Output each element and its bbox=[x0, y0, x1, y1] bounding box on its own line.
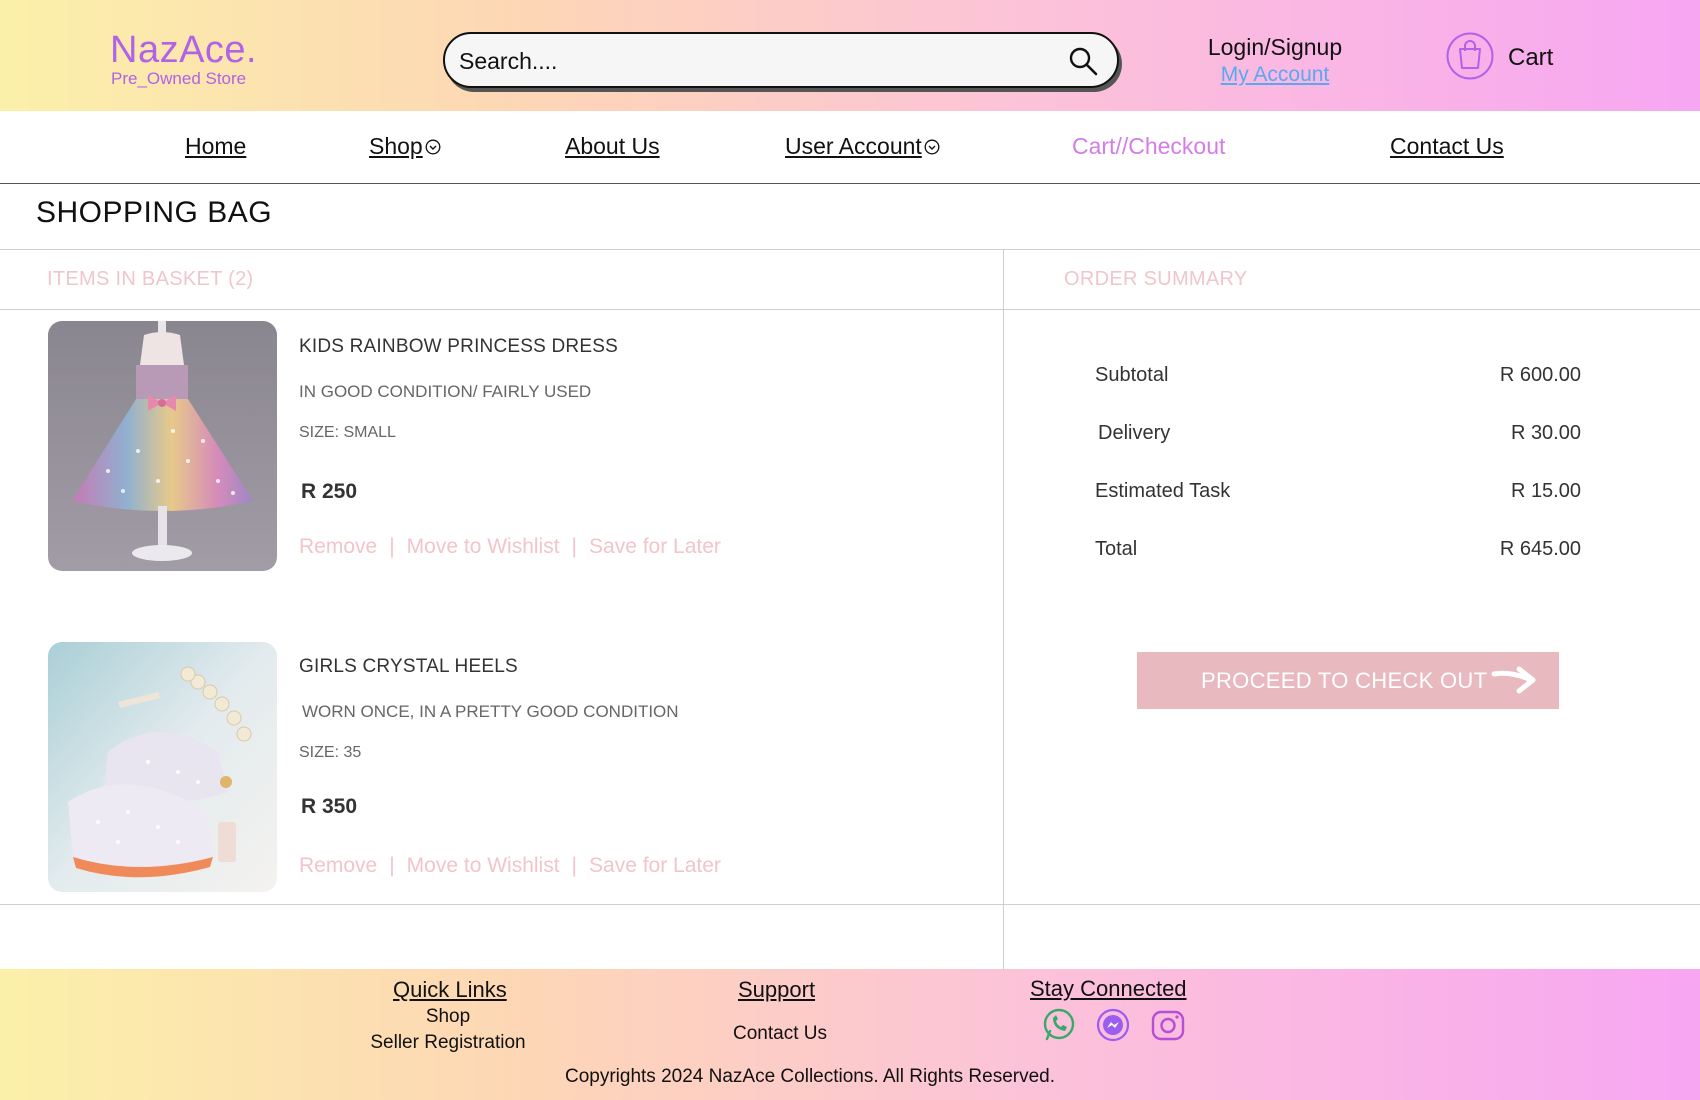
divider bbox=[0, 249, 1700, 250]
item-actions: Remove | Move to Wishlist | Save for Later bbox=[299, 535, 721, 559]
product-image-heels[interactable] bbox=[48, 642, 277, 892]
site-footer: Quick Links Shop Seller Registration Sup… bbox=[0, 969, 1700, 1100]
summary-value: R 645.00 bbox=[1499, 538, 1581, 560]
item-actions: Remove | Move to Wishlist | Save for Later bbox=[299, 854, 721, 878]
item-size: SIZE: 35 bbox=[299, 744, 362, 761]
footer-link-shop[interactable]: Shop bbox=[348, 1006, 548, 1028]
search-bar bbox=[443, 32, 1119, 88]
quick-links-heading: Quick Links bbox=[393, 977, 507, 1002]
instagram-icon[interactable] bbox=[1150, 1007, 1186, 1043]
nav-cart-checkout-label: Cart//Checkout bbox=[1072, 133, 1226, 159]
nav-contact-label: Contact Us bbox=[1390, 133, 1504, 159]
nav-home[interactable]: Home bbox=[185, 133, 246, 160]
save-for-later-link[interactable]: Save for Later bbox=[589, 535, 721, 558]
login-area: Login/Signup My Account bbox=[1180, 33, 1370, 89]
item-condition: WORN ONCE, IN A PRETTY GOOD CONDITION bbox=[302, 702, 679, 721]
checkout-button-label: PROCEED TO CHECK OUT bbox=[1201, 667, 1488, 693]
product-image-dress[interactable] bbox=[48, 321, 277, 571]
order-summary-heading: ORDER SUMMARY bbox=[1064, 268, 1248, 290]
messenger-icon[interactable] bbox=[1095, 1007, 1131, 1043]
separator: | bbox=[571, 535, 578, 558]
column-divider bbox=[1003, 249, 1004, 970]
remove-link[interactable]: Remove bbox=[299, 535, 377, 558]
chevron-down-icon bbox=[425, 139, 441, 154]
move-to-wishlist-link[interactable]: Move to Wishlist bbox=[407, 854, 560, 877]
separator: | bbox=[571, 854, 578, 877]
item-name[interactable]: GIRLS CRYSTAL HEELS bbox=[299, 656, 518, 678]
summary-value: R 30.00 bbox=[1510, 422, 1581, 444]
logo-name: NazAce. bbox=[110, 29, 258, 71]
page-title: SHOPPING BAG bbox=[36, 196, 273, 229]
basket-heading: ITEMS IN BASKET (2) bbox=[47, 268, 254, 290]
footer-link-contact[interactable]: Contact Us bbox=[680, 1023, 880, 1045]
divider bbox=[0, 309, 1700, 310]
shopping-bag-icon[interactable] bbox=[1446, 32, 1494, 80]
nav-home-label: Home bbox=[185, 133, 247, 159]
store-logo[interactable]: NazAce. Pre_Owned Store bbox=[110, 30, 270, 88]
search-input[interactable] bbox=[459, 44, 1039, 78]
nav-about-label: About Us bbox=[565, 133, 660, 159]
copyright-text: Copyrights 2024 NazAce Collections. All … bbox=[564, 1066, 1055, 1087]
nav-shop[interactable]: Shop bbox=[369, 133, 441, 160]
summary-label: Total bbox=[1095, 538, 1138, 560]
whatsapp-icon[interactable] bbox=[1041, 1007, 1077, 1043]
chevron-down-icon bbox=[924, 139, 940, 154]
main-nav: Home Shop About Us User Account Cart//Ch… bbox=[0, 111, 1700, 184]
my-account-link[interactable]: My Account bbox=[1180, 61, 1370, 89]
item-size: SIZE: SMALL bbox=[299, 424, 396, 441]
dress-image bbox=[48, 321, 277, 571]
cart-link[interactable]: Cart bbox=[1508, 44, 1553, 72]
nav-user-account[interactable]: User Account bbox=[785, 133, 940, 160]
item-price: R 250 bbox=[301, 480, 358, 503]
nav-about[interactable]: About Us bbox=[565, 133, 660, 160]
item-name[interactable]: KIDS RAINBOW PRINCESS DRESS bbox=[299, 336, 618, 358]
divider bbox=[0, 904, 1700, 905]
proceed-to-checkout-button[interactable]: PROCEED TO CHECK OUT bbox=[1137, 652, 1559, 709]
summary-value: R 600.00 bbox=[1499, 364, 1581, 386]
separator: | bbox=[389, 854, 395, 877]
logo-tagline: Pre_Owned Store bbox=[111, 69, 247, 88]
heels-image bbox=[48, 642, 277, 892]
summary-value: R 15.00 bbox=[1510, 480, 1581, 502]
nav-contact[interactable]: Contact Us bbox=[1390, 133, 1504, 160]
arrow-right-icon bbox=[1491, 666, 1536, 694]
remove-link[interactable]: Remove bbox=[299, 854, 377, 877]
search-icon[interactable] bbox=[1067, 45, 1099, 77]
site-header: NazAce. Pre_Owned Store Login/Signup My … bbox=[0, 0, 1700, 111]
nav-cart-checkout[interactable]: Cart//Checkout bbox=[1072, 133, 1225, 160]
login-signup-link[interactable]: Login/Signup bbox=[1180, 33, 1370, 61]
move-to-wishlist-link[interactable]: Move to Wishlist bbox=[407, 535, 560, 558]
summary-label: Delivery bbox=[1098, 422, 1171, 444]
nav-user-account-label: User Account bbox=[785, 133, 922, 159]
support-heading: Support bbox=[738, 977, 816, 1002]
save-for-later-link[interactable]: Save for Later bbox=[589, 854, 721, 877]
stay-connected-heading: Stay Connected bbox=[1030, 976, 1187, 1001]
summary-label: Subtotal bbox=[1095, 364, 1169, 386]
item-price: R 350 bbox=[301, 795, 358, 818]
summary-label: Estimated Task bbox=[1095, 480, 1231, 502]
item-condition: IN GOOD CONDITION/ FAIRLY USED bbox=[299, 382, 592, 401]
separator: | bbox=[389, 535, 395, 558]
nav-shop-label: Shop bbox=[369, 133, 423, 159]
footer-link-seller-registration[interactable]: Seller Registration bbox=[348, 1032, 548, 1054]
